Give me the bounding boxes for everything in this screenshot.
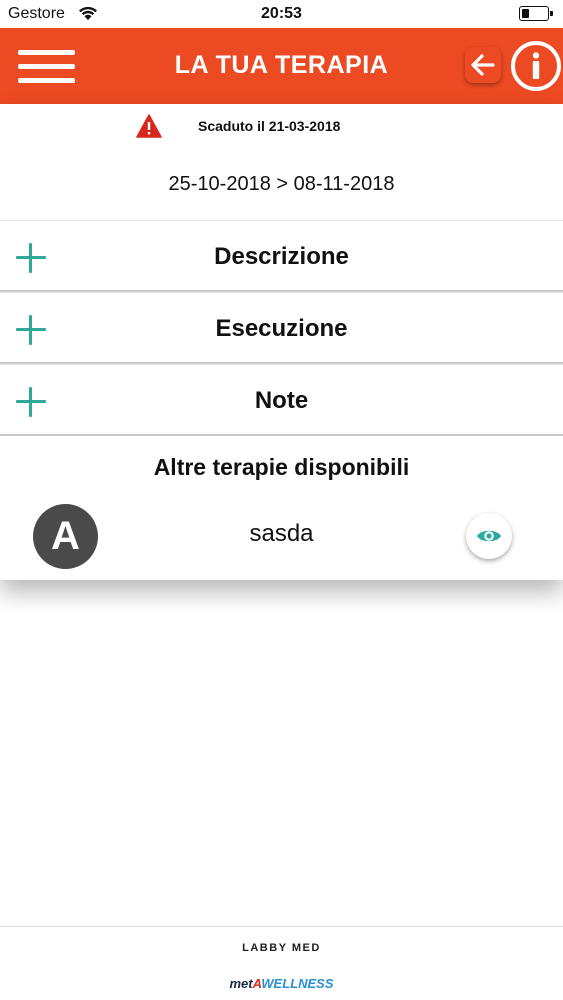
other-therapies-title: Altre terapie disponibili [153, 454, 410, 480]
arrow-left-icon [471, 54, 495, 76]
status-time: 20:53 [261, 5, 302, 22]
back-button[interactable] [465, 47, 501, 83]
status-bar: Gestore 20:53 [0, 0, 563, 28]
expired-text: Scaduto il 21-03-2018 [198, 118, 341, 134]
plus-icon [16, 315, 46, 345]
eye-icon [477, 530, 501, 542]
section-label: Note [254, 387, 309, 414]
section-label: Descrizione [214, 243, 349, 270]
info-icon [532, 52, 540, 79]
hamburger-icon[interactable] [18, 50, 75, 84]
info-button[interactable] [511, 41, 561, 91]
app-header: LA TUA TERAPIA [0, 28, 563, 104]
battery-icon [519, 6, 553, 21]
plus-icon [16, 387, 46, 417]
view-button[interactable] [466, 513, 512, 559]
date-range: 25-10-2018 > 08-11-2018 [168, 173, 395, 195]
warning-icon [136, 114, 162, 138]
section-note[interactable]: Note [0, 364, 563, 436]
labby-med-logo: LABBY MED [242, 942, 321, 954]
therapy-card: Scaduto il 21-03-2018 25-10-2018 > 08-11… [0, 104, 563, 580]
section-esecuzione[interactable]: Esecuzione [0, 292, 563, 364]
expired-notice: Scaduto il 21-03-2018 [0, 114, 563, 140]
plus-icon [16, 243, 46, 273]
metawellness-logo: metAWELLNESS [229, 976, 334, 991]
section-label: Esecuzione [215, 315, 348, 342]
list-item[interactable]: A sasda [0, 500, 563, 572]
footer: LABBY MED metAWELLNESS [0, 926, 563, 1000]
section-descrizione[interactable]: Descrizione [0, 220, 563, 292]
battery-level [522, 9, 529, 18]
